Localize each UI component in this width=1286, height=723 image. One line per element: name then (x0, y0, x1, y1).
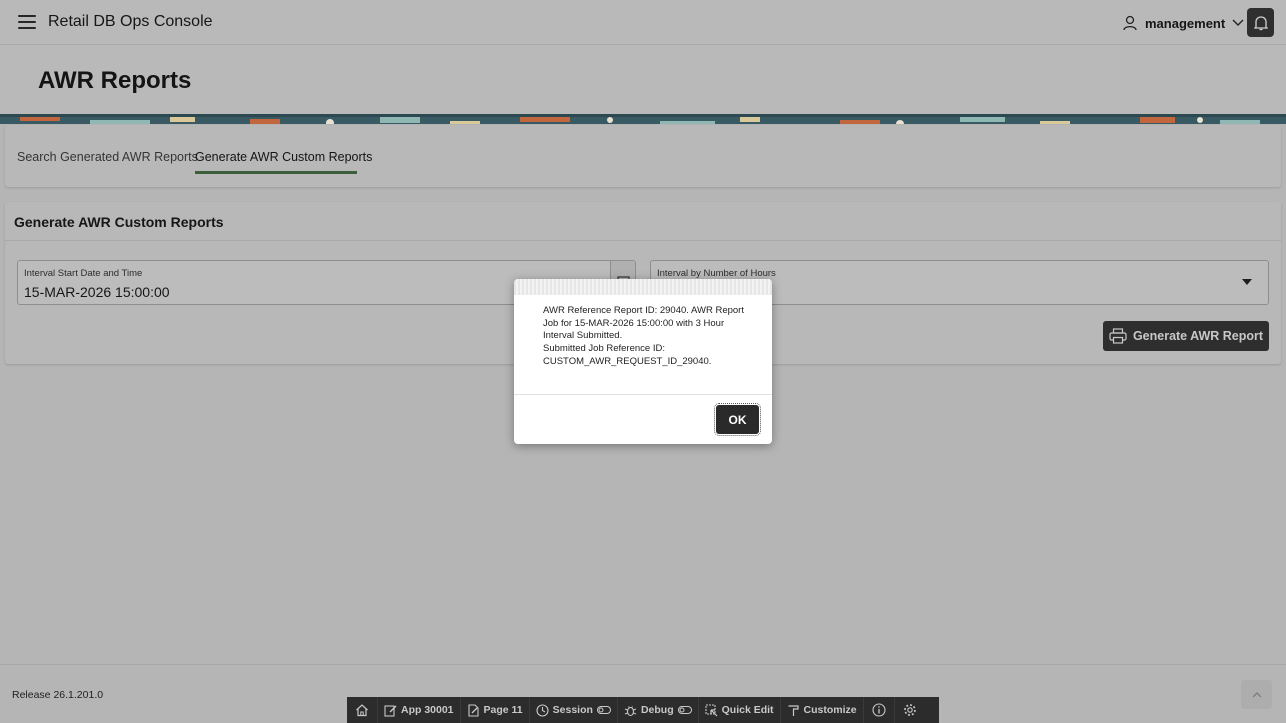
info-icon (872, 703, 886, 717)
devbar-session-button[interactable]: Session (530, 697, 618, 723)
ok-button[interactable]: OK (714, 403, 761, 436)
home-icon (356, 704, 368, 717)
generate-awr-report-button[interactable]: Generate AWR Report (1103, 321, 1269, 351)
tab-generate-awr-custom-reports[interactable]: Generate AWR Custom Reports (195, 150, 372, 164)
devbar-page-label: Page 11 (483, 704, 523, 716)
toggle-icon (677, 706, 692, 714)
dialog-message-line: AWR Reference Report ID: 29040. AWR Repo… (543, 305, 744, 342)
bell-icon (1253, 15, 1268, 30)
dropdown-arrow-icon (1242, 279, 1252, 285)
chevron-up-icon (1252, 691, 1261, 697)
devbar-home-button[interactable] (347, 697, 378, 723)
app-title[interactable]: Retail DB Ops Console (48, 13, 213, 31)
dialog-message: AWR Reference Report ID: 29040. AWR Repo… (543, 305, 748, 369)
paint-roller-icon (788, 704, 799, 716)
devbar-app-button[interactable]: App 30001 (378, 697, 461, 723)
interval-start-value: 15-MAR-2026 15:00:00 (24, 284, 170, 300)
active-tab-indicator (195, 171, 357, 174)
devbar-customize-button[interactable]: Customize (781, 697, 864, 723)
edit-icon (384, 704, 397, 717)
dialog-message-line: Submitted Job Reference ID: (543, 343, 665, 355)
generate-awr-report-label: Generate AWR Report (1132, 329, 1264, 343)
user-name: management (1145, 15, 1226, 31)
devbar-quick-edit-button[interactable]: Quick Edit (699, 697, 781, 723)
quick-edit-icon (705, 703, 718, 716)
decorative-banner (0, 114, 1286, 124)
chevron-down-icon (1232, 19, 1244, 26)
devbar-debug-label: Debug (640, 704, 674, 716)
page-header: AWR Reports (0, 45, 1286, 116)
release-version: Release 26.1.201.0 (12, 689, 104, 701)
devbar-settings-button[interactable] (895, 697, 925, 723)
user-icon (1123, 15, 1137, 31)
tab-search-generated-awr-reports[interactable]: Search Generated AWR Reports (17, 150, 198, 164)
page-edit-icon (467, 703, 479, 717)
region-title: Generate AWR Custom Reports (14, 214, 224, 230)
devbar-quick-edit-label: Quick Edit (721, 704, 774, 716)
devbar-session-label: Session (552, 704, 593, 716)
notifications-button[interactable] (1247, 8, 1274, 37)
devbar-page-button[interactable]: Page 11 (461, 697, 530, 723)
session-icon (536, 703, 549, 717)
interval-start-label: Interval Start Date and Time (24, 268, 143, 279)
developer-toolbar: App 30001 Page 11 Session Debug Quick Ed… (347, 697, 939, 723)
user-menu[interactable]: management (1122, 13, 1244, 33)
printer-icon (1109, 328, 1127, 344)
dialog-message-line: CUSTOM_AWR_REQUEST_ID_29040. (543, 355, 712, 367)
dialog-divider (514, 394, 772, 395)
awr-submitted-dialog: AWR Reference Report ID: 29040. AWR Repo… (514, 279, 772, 444)
scroll-to-top-button[interactable] (1241, 680, 1272, 709)
app-header: Retail DB Ops Console management (0, 0, 1286, 45)
toggle-icon (596, 706, 611, 714)
devbar-info-button[interactable] (864, 697, 895, 723)
page-title: AWR Reports (38, 67, 192, 94)
gear-icon (903, 704, 916, 716)
interval-hours-label: Interval by Number of Hours (657, 268, 776, 279)
tabs-region: Search Generated AWR Reports Generate AW… (5, 125, 1281, 187)
devbar-customize-label: Customize (803, 704, 857, 716)
hamburger-menu-icon[interactable] (18, 15, 36, 29)
devbar-app-label: App 30001 (401, 704, 454, 716)
dialog-top-strip (514, 279, 772, 295)
bug-icon (624, 705, 637, 716)
devbar-debug-button[interactable]: Debug (618, 697, 699, 723)
region-divider (5, 240, 1281, 241)
